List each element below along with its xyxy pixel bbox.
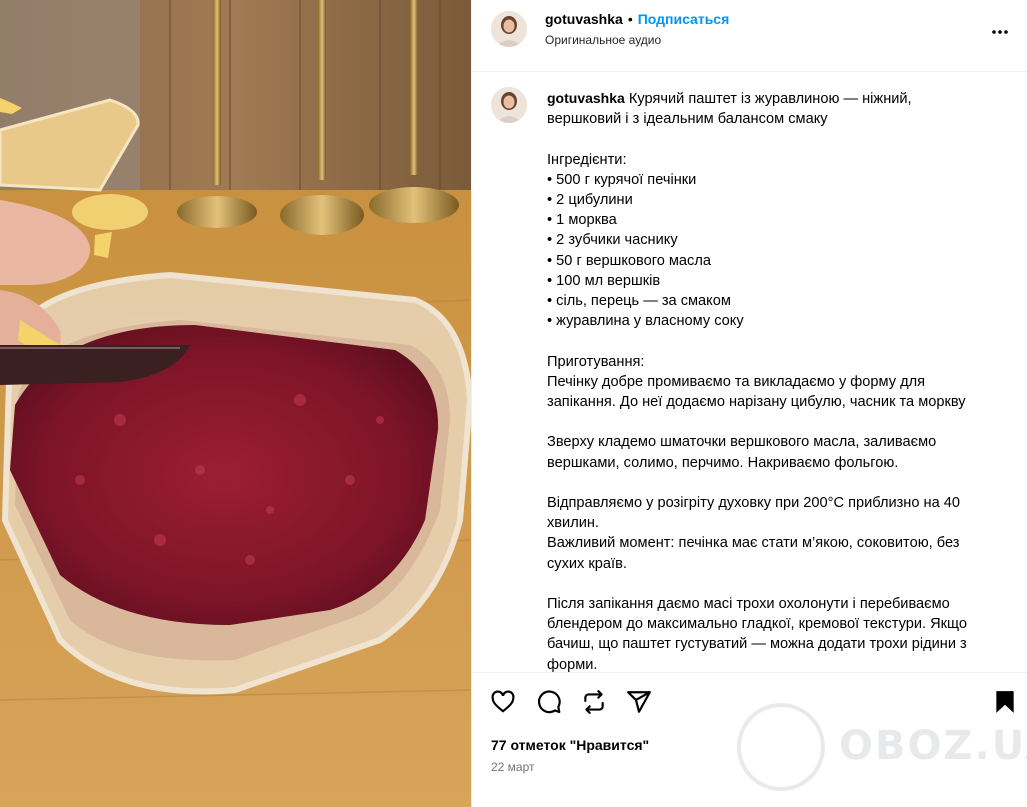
comment-icon[interactable] [536,689,562,715]
repost-icon[interactable] [581,689,607,715]
watermark-text: OBOZ.UA [839,723,1027,769]
caption-section: gotuvashka Курячий паштет із журавлиною … [472,72,1027,672]
post-panel: gotuvashka • Подписаться Оригинальное ауди… [471,0,1027,807]
post-media[interactable] [0,0,471,807]
caption-text: gotuvashka Курячий паштет із журавлиною … [547,88,1007,672]
actions-section: OBOZ.UA 77 отметок "Нравится" 22 март [472,672,1027,807]
likes-count[interactable]: 77 отметок "Нравится" [491,737,649,753]
caption-username[interactable]: gotuvashka [547,90,625,106]
media-image [0,0,471,807]
author-username[interactable]: gotuvashka [545,11,623,27]
author-avatar[interactable] [491,11,527,47]
avatar-image [491,87,527,123]
audio-label[interactable]: Оригинальное аудио [545,33,661,47]
avatar-image [491,11,527,47]
post-header: gotuvashka • Подписаться Оригинальное ауди… [472,0,1027,72]
watermark-globe-icon [737,703,825,791]
follow-button[interactable]: Подписаться [638,11,730,27]
caption-avatar[interactable] [491,87,527,123]
caption-body: Курячий паштет із журавлиною — ніжний, в… [547,91,967,672]
separator-dot: • [627,11,633,27]
more-options-icon[interactable] [988,20,1012,44]
heart-icon[interactable] [490,689,516,715]
oboz-watermark: OBOZ.UA [737,703,1027,793]
send-icon[interactable] [626,689,652,715]
header-user-line: gotuvashka • Подписаться [545,11,729,27]
bookmark-icon[interactable] [992,689,1018,715]
post-date[interactable]: 22 март [491,760,535,774]
